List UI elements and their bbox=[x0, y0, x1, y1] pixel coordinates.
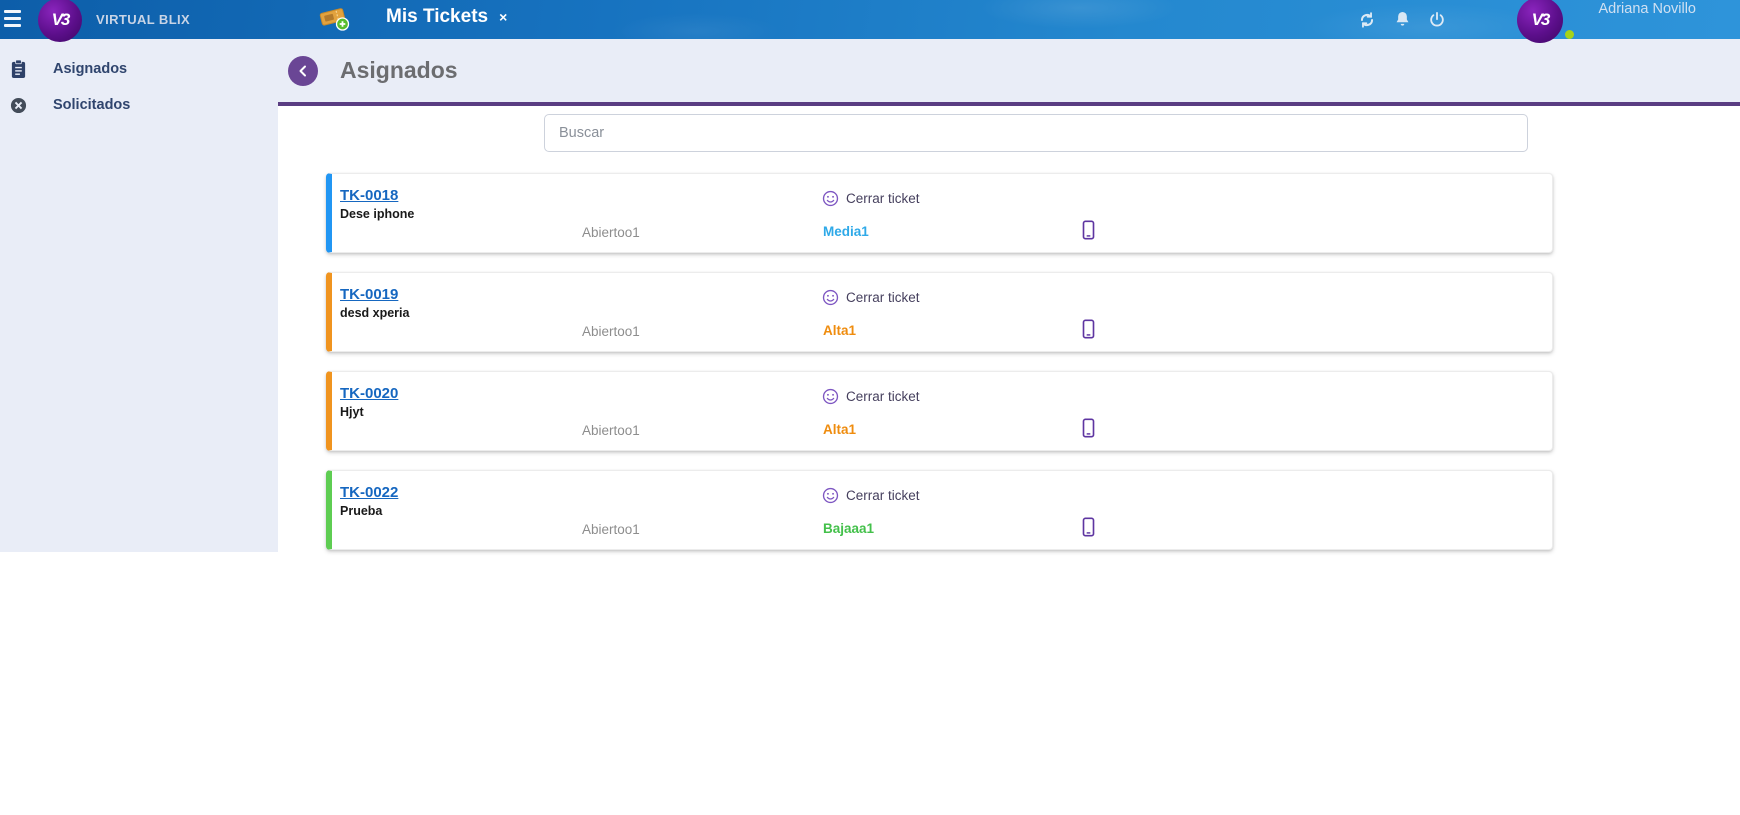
ticket-title: Prueba bbox=[340, 504, 382, 518]
smiley-icon bbox=[822, 388, 839, 405]
hamburger-menu-icon[interactable] bbox=[4, 6, 28, 32]
power-icon[interactable] bbox=[1427, 10, 1447, 30]
refresh-icon[interactable] bbox=[1356, 9, 1378, 31]
top-bar: V3 VIRTUAL BLIX Mis Tickets × bbox=[0, 0, 1740, 39]
cerrar-ticket-button[interactable]: Cerrar ticket bbox=[822, 190, 920, 207]
cancel-circle-icon bbox=[8, 97, 28, 114]
sidebar: Asignados Solicitados bbox=[0, 39, 278, 552]
clipboard-icon bbox=[8, 59, 28, 79]
back-button[interactable] bbox=[288, 56, 318, 86]
sidebar-item-asignados[interactable]: Asignados bbox=[0, 51, 278, 87]
mobile-phone-icon bbox=[1082, 418, 1095, 443]
ticket-priority: Bajaaa1 bbox=[823, 521, 874, 536]
ticket-title: Hjyt bbox=[340, 405, 364, 419]
ticket-add-icon bbox=[318, 4, 350, 31]
sidebar-item-label: Asignados bbox=[53, 61, 127, 77]
mobile-phone-icon bbox=[1082, 319, 1095, 344]
topbar-actions bbox=[1356, 0, 1447, 39]
ticket-id-link[interactable]: TK-0019 bbox=[340, 286, 398, 303]
ticket-card: TK-0020 Hjyt Cerrar ticket Abiertoo1 Alt… bbox=[326, 371, 1553, 451]
cerrar-ticket-button[interactable]: Cerrar ticket bbox=[822, 388, 920, 405]
main-content: TK-0018 Dese iphone Cerrar ticket Abiert… bbox=[278, 106, 1740, 550]
ticket-priority: Media1 bbox=[823, 224, 869, 239]
user-name: Adriana Novillo bbox=[1598, 1, 1696, 17]
ticket-priority: Alta1 bbox=[823, 323, 856, 338]
cerrar-ticket-label: Cerrar ticket bbox=[846, 191, 920, 206]
smiley-icon bbox=[822, 289, 839, 306]
smiley-icon bbox=[822, 487, 839, 504]
ticket-status: Abiertoo1 bbox=[582, 522, 640, 537]
chevron-left-icon bbox=[297, 65, 309, 77]
ticket-id-link[interactable]: TK-0020 bbox=[340, 385, 398, 402]
ticket-id-link[interactable]: TK-0022 bbox=[340, 484, 398, 501]
brand-name: VIRTUAL BLIX bbox=[96, 12, 190, 27]
purple-divider bbox=[278, 102, 1740, 106]
user-avatar[interactable]: V3 bbox=[1517, 0, 1563, 43]
ticket-card: TK-0018 Dese iphone Cerrar ticket Abiert… bbox=[326, 173, 1553, 253]
brand-logo: V3 bbox=[38, 0, 82, 42]
mobile-phone-icon bbox=[1082, 220, 1095, 245]
ticket-title: Dese iphone bbox=[340, 207, 414, 221]
ticket-card: TK-0019 desd xperia Cerrar ticket Abiert… bbox=[326, 272, 1553, 352]
ticket-priority: Alta1 bbox=[823, 422, 856, 437]
ticket-status: Abiertoo1 bbox=[582, 324, 640, 339]
smiley-icon bbox=[822, 190, 839, 207]
search-input[interactable] bbox=[544, 114, 1528, 152]
ticket-id-link[interactable]: TK-0018 bbox=[340, 187, 398, 204]
avatar-logo-text: V3 bbox=[1532, 10, 1549, 30]
ticket-card: TK-0022 Prueba Cerrar ticket Abiertoo1 B… bbox=[326, 470, 1553, 550]
cerrar-ticket-button[interactable]: Cerrar ticket bbox=[822, 289, 920, 306]
page-title: Asignados bbox=[340, 57, 458, 84]
ticket-status: Abiertoo1 bbox=[582, 423, 640, 438]
mobile-phone-icon bbox=[1082, 517, 1095, 542]
brand-logo-text: V3 bbox=[52, 10, 69, 30]
ticket-list: TK-0018 Dese iphone Cerrar ticket Abiert… bbox=[326, 173, 1553, 550]
tab-mis-tickets[interactable]: Mis Tickets × bbox=[318, 0, 510, 34]
sidebar-item-solicitados[interactable]: Solicitados bbox=[0, 87, 278, 123]
cerrar-ticket-label: Cerrar ticket bbox=[846, 389, 920, 404]
page-header: Asignados bbox=[278, 39, 1740, 102]
cerrar-ticket-button[interactable]: Cerrar ticket bbox=[822, 487, 920, 504]
cerrar-ticket-label: Cerrar ticket bbox=[846, 488, 920, 503]
ticket-status: Abiertoo1 bbox=[582, 225, 640, 240]
online-status-dot bbox=[1565, 30, 1574, 39]
cerrar-ticket-label: Cerrar ticket bbox=[846, 290, 920, 305]
tab-close-icon[interactable]: × bbox=[496, 7, 510, 27]
sidebar-item-label: Solicitados bbox=[53, 97, 130, 113]
bell-icon[interactable] bbox=[1393, 9, 1412, 30]
ticket-title: desd xperia bbox=[340, 306, 409, 320]
tab-label[interactable]: Mis Tickets bbox=[386, 6, 488, 28]
